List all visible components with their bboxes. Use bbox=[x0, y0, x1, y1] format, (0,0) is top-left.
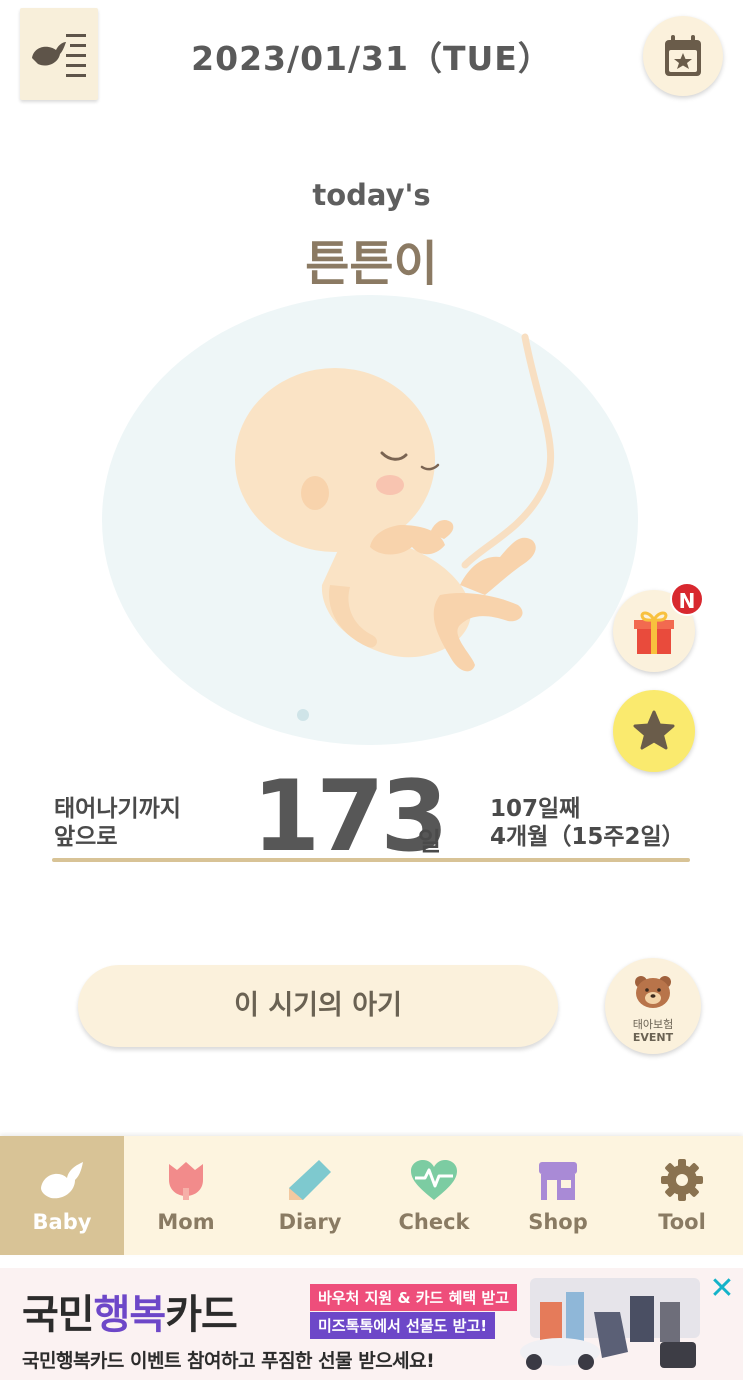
heart-pulse-icon bbox=[411, 1160, 457, 1200]
baby-this-period-button[interactable]: 이 시기의 아기 bbox=[78, 965, 558, 1047]
current-date: 2023/01/31（TUE） bbox=[191, 39, 552, 78]
countdown-left-line2: 앞으로 bbox=[54, 824, 118, 850]
tulip-icon bbox=[169, 1162, 203, 1200]
pregnancy-week-count: 4개월（15주2일） bbox=[490, 824, 685, 850]
countdown-left-line1: 태어나기까지 bbox=[54, 796, 181, 822]
ad-banner[interactable]: 국민행복카드 바우처 지원 & 카드 혜택 받고 미즈톡톡에서 선물도 받고! … bbox=[0, 1268, 743, 1380]
days-unit: 일 bbox=[418, 827, 442, 856]
ad-subline: 국민행복카드 이벤트 참여하고 푸짐한 선물 받으세요! bbox=[22, 1350, 435, 1372]
ad-tag-voucher: 바우처 지원 & 카드 혜택 받고 bbox=[310, 1284, 517, 1311]
pregnancy-day-count: 107일째 bbox=[490, 796, 581, 822]
nav-mom-label: Mom bbox=[157, 1210, 215, 1234]
new-badge: N bbox=[670, 582, 704, 616]
days-remaining: 173 bbox=[252, 760, 449, 874]
ad-headline-part1: 국민 bbox=[22, 1292, 95, 1338]
gear-icon bbox=[661, 1159, 703, 1201]
baby-bird-icon bbox=[41, 1162, 83, 1199]
nav-check-label: Check bbox=[398, 1210, 470, 1234]
nav-baby[interactable]: Baby bbox=[0, 1136, 124, 1255]
star-icon bbox=[633, 710, 675, 750]
close-ad-icon[interactable]: ✕ bbox=[708, 1274, 736, 1304]
nav-diary[interactable]: Diary bbox=[248, 1136, 372, 1255]
nav-baby-label: Baby bbox=[32, 1210, 92, 1234]
nav-check[interactable]: Check bbox=[372, 1136, 496, 1255]
divider bbox=[52, 858, 690, 862]
shop-icon bbox=[539, 1162, 577, 1200]
nav-diary-label: Diary bbox=[278, 1210, 342, 1234]
nav-shop-label: Shop bbox=[528, 1210, 588, 1234]
pencil-icon bbox=[289, 1160, 331, 1200]
ad-headline-part3: 카드 bbox=[165, 1292, 238, 1338]
nav-mom[interactable]: Mom bbox=[124, 1136, 248, 1255]
ad-headline: 국민행복카드 bbox=[22, 1282, 238, 1340]
pregnancy-progress: 107일째 4개월（15주2일） bbox=[490, 795, 685, 851]
calendar-button[interactable] bbox=[643, 16, 723, 96]
bear-icon bbox=[635, 976, 671, 1008]
todays-label: today's bbox=[312, 178, 431, 212]
event-label-line2: EVENT bbox=[632, 1031, 674, 1044]
nav-tool[interactable]: Tool bbox=[620, 1136, 743, 1255]
fetus-illustration bbox=[102, 295, 638, 745]
favorite-star-button[interactable] bbox=[613, 690, 695, 772]
bottom-nav: Baby Mom Diary Check Shop Tool bbox=[0, 1136, 743, 1255]
countdown-left-label: 태어나기까지 앞으로 bbox=[54, 795, 181, 851]
ad-headline-part2: 행복 bbox=[93, 1292, 167, 1338]
ad-tag-gift: 미즈톡톡에서 선물도 받고! bbox=[310, 1312, 496, 1339]
calendar-star-icon bbox=[665, 35, 701, 76]
insurance-event-button[interactable]: 태아보험 EVENT bbox=[605, 958, 701, 1054]
event-label-line1: 태아보험 bbox=[632, 1018, 674, 1031]
nav-shop[interactable]: Shop bbox=[496, 1136, 620, 1255]
ad-product-image bbox=[520, 1278, 700, 1370]
baby-name: 튼튼이 bbox=[305, 236, 438, 292]
nav-tool-label: Tool bbox=[658, 1210, 706, 1234]
